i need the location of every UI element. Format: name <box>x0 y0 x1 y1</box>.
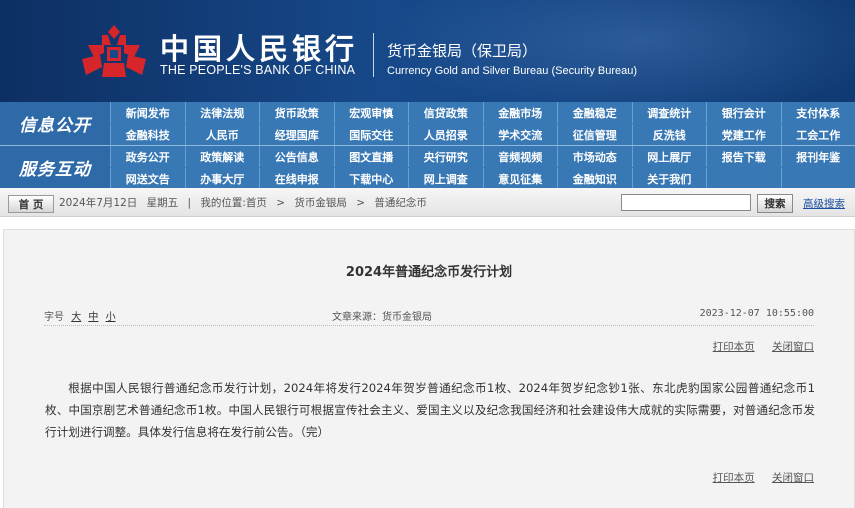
nav-item-1-10[interactable]: 网送文告 <box>110 168 185 189</box>
nav-item-0-4[interactable]: 信贷政策 <box>408 102 483 123</box>
article-tools-bottom: 打印本页 关闭窗口 <box>699 470 814 485</box>
breadcrumb-link-home[interactable]: 首页 <box>246 197 267 209</box>
article-datetime: 2023-12-07 10:55:00 <box>700 308 814 319</box>
bank-name-en: THE PEOPLE'S BANK OF CHINA <box>160 63 355 77</box>
nav-grid-service: 政务公开政策解读公告信息图文直播央行研究音频视频市场动态网上展厅报告下载报刊年鉴… <box>110 146 855 189</box>
home-button[interactable]: 首 页 <box>8 195 54 213</box>
nav-item-0-14[interactable]: 人员招录 <box>408 124 483 145</box>
main-nav: 信息公开 新闻发布法律法规货币政策宏观审慎信贷政策金融市场金融稳定调查统计银行会… <box>0 102 855 188</box>
dept-name-en: Currency Gold and Silver Bureau (Securit… <box>387 65 637 77</box>
close-window-link[interactable]: 关闭窗口 <box>772 341 814 353</box>
article-tools-top: 打印本页 关闭窗口 <box>699 339 814 354</box>
nav-grid-info-disclosure: 新闻发布法律法规货币政策宏观审慎信贷政策金融市场金融稳定调查统计银行会计支付体系… <box>110 102 855 145</box>
nav-item-0-16[interactable]: 征信管理 <box>557 124 632 145</box>
nav-item-0-17[interactable]: 反洗钱 <box>632 124 707 145</box>
nav-item-0-15[interactable]: 学术交流 <box>483 124 558 145</box>
chevron-right-icon: > <box>356 197 365 209</box>
nav-item-1-6[interactable]: 市场动态 <box>557 146 632 167</box>
nav-item-0-13[interactable]: 国际交往 <box>334 124 409 145</box>
article-title: 2024年普通纪念币发行计划 <box>4 261 854 280</box>
nav-item-0-2[interactable]: 货币政策 <box>259 102 334 123</box>
nav-item-0-8[interactable]: 银行会计 <box>706 102 781 123</box>
nav-section-info-disclosure[interactable]: 信息公开 <box>0 102 110 145</box>
nav-item-1-8[interactable]: 报告下载 <box>706 146 781 167</box>
nav-item-0-3[interactable]: 宏观审慎 <box>334 102 409 123</box>
font-size-label: 字号 <box>44 312 64 323</box>
font-size-small-link[interactable]: 小 <box>106 312 116 323</box>
nav-item-0-1[interactable]: 法律法规 <box>185 102 260 123</box>
nav-item-0-6[interactable]: 金融稳定 <box>557 102 632 123</box>
breadcrumb: 2024年7月12日 星期五 | 我的位置:首页 > 货币金银局 > 普通纪念币 <box>59 195 433 210</box>
nav-item-1-1[interactable]: 政策解读 <box>185 146 260 167</box>
dept-name-cn: 货币金银局（保卫局） <box>387 40 537 61</box>
nav-item-1-15[interactable]: 意见征集 <box>483 168 558 189</box>
nav-item-1-17[interactable]: 关于我们 <box>632 168 707 189</box>
nav-item-0-0[interactable]: 新闻发布 <box>110 102 185 123</box>
nav-item-1-19 <box>781 168 855 189</box>
nav-item-0-5[interactable]: 金融市场 <box>483 102 558 123</box>
nav-item-0-10[interactable]: 金融科技 <box>110 124 185 145</box>
nav-item-1-5[interactable]: 音频视频 <box>483 146 558 167</box>
font-size-controls: 字号 大 中 小 <box>44 312 120 323</box>
nav-item-1-13[interactable]: 下载中心 <box>334 168 409 189</box>
article-source: 文章来源：货币金银局 <box>332 308 432 323</box>
nav-item-1-3[interactable]: 图文直播 <box>334 146 409 167</box>
breadcrumb-separator: | <box>187 197 191 209</box>
nav-item-1-14[interactable]: 网上调查 <box>408 168 483 189</box>
nav-item-0-18[interactable]: 党建工作 <box>706 124 781 145</box>
breadcrumb-link-bureau[interactable]: 货币金银局 <box>294 197 347 209</box>
nav-item-1-18 <box>706 168 781 189</box>
pboc-emblem-icon <box>80 23 148 79</box>
nav-item-1-7[interactable]: 网上展厅 <box>632 146 707 167</box>
font-size-medium-link[interactable]: 中 <box>88 312 98 323</box>
search-button[interactable]: 搜索 <box>757 194 793 213</box>
nav-item-0-9[interactable]: 支付体系 <box>781 102 855 123</box>
nav-item-1-9[interactable]: 报刊年鉴 <box>781 146 855 167</box>
current-date: 2024年7月12日 <box>59 197 137 209</box>
breadcrumb-current[interactable]: 普通纪念币 <box>374 197 427 209</box>
nav-item-1-12[interactable]: 在线申报 <box>259 168 334 189</box>
nav-item-0-19[interactable]: 工会工作 <box>781 124 855 145</box>
print-page-link[interactable]: 打印本页 <box>713 472 755 484</box>
nav-item-1-0[interactable]: 政务公开 <box>110 146 185 167</box>
search-input[interactable] <box>621 194 751 211</box>
article-body: 根据中国人民银行普通纪念币发行计划，2024年将发行2024年贺岁普通纪念币1枚… <box>45 377 815 443</box>
location-label: 我的位置: <box>200 197 246 209</box>
advanced-search-link[interactable]: 高级搜索 <box>803 196 845 211</box>
header-divider <box>373 33 374 77</box>
nav-section-service[interactable]: 服务互动 <box>0 146 110 189</box>
current-weekday: 星期五 <box>147 197 179 209</box>
nav-item-1-4[interactable]: 央行研究 <box>408 146 483 167</box>
article-meta: 字号 大 中 小 文章来源：货币金银局 2023-12-07 10:55:00 <box>44 308 814 322</box>
nav-item-1-16[interactable]: 金融知识 <box>557 168 632 189</box>
header-banner: 中国人民银行 THE PEOPLE'S BANK OF CHINA 货币金银局（… <box>0 0 855 102</box>
nav-item-0-11[interactable]: 人民币 <box>185 124 260 145</box>
font-size-large-link[interactable]: 大 <box>71 312 81 323</box>
nav-item-1-11[interactable]: 办事大厅 <box>185 168 260 189</box>
close-window-link[interactable]: 关闭窗口 <box>772 472 814 484</box>
bank-name-cn: 中国人民银行 <box>160 26 358 68</box>
chevron-right-icon: > <box>276 197 285 209</box>
article-panel: 2024年普通纪念币发行计划 字号 大 中 小 文章来源：货币金银局 2023-… <box>3 229 855 508</box>
print-page-link[interactable]: 打印本页 <box>713 341 755 353</box>
nav-item-0-7[interactable]: 调查统计 <box>632 102 707 123</box>
nav-item-0-12[interactable]: 经理国库 <box>259 124 334 145</box>
meta-divider <box>44 325 814 326</box>
nav-item-1-2[interactable]: 公告信息 <box>259 146 334 167</box>
